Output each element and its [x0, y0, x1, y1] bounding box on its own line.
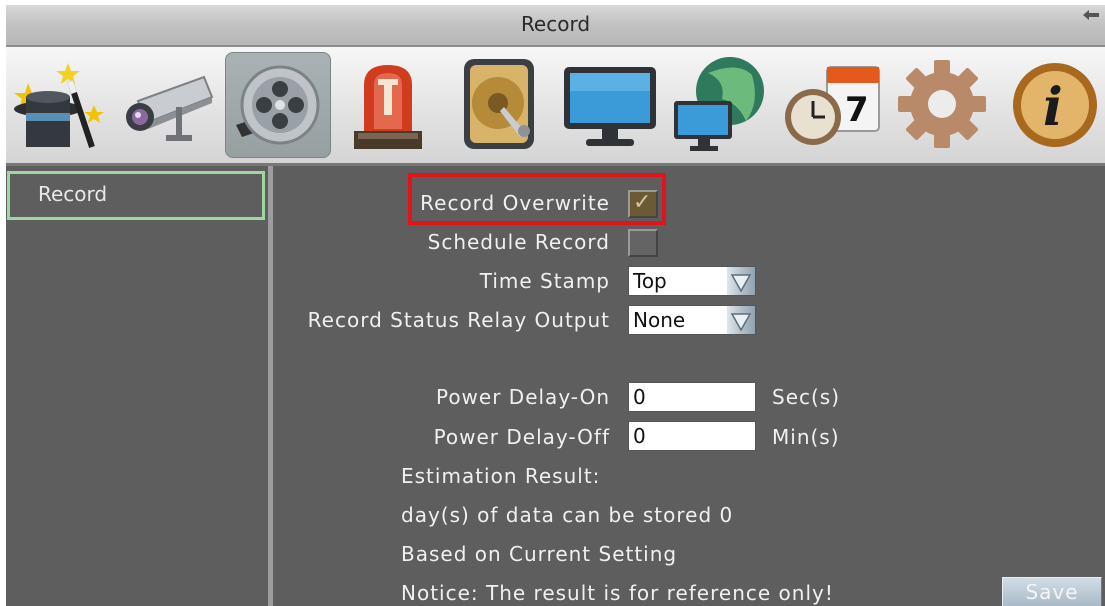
- save-button[interactable]: Save: [1002, 577, 1102, 606]
- sidebar: Record: [6, 166, 273, 606]
- info-glyph: i: [1043, 77, 1063, 138]
- alarm-icon[interactable]: [336, 51, 440, 157]
- power-delay-on-label: Power Delay-On: [435, 385, 610, 409]
- schedule-icon[interactable]: 7: [779, 51, 883, 157]
- relay-output-value: None: [633, 308, 686, 332]
- back-arrow-icon[interactable]: [1079, 7, 1103, 27]
- record-overwrite-label: Record Overwrite: [420, 191, 610, 215]
- display-icon[interactable]: [558, 51, 662, 157]
- time-stamp-dropdown[interactable]: Top: [628, 266, 756, 296]
- sidebar-item-label: Record: [38, 182, 108, 206]
- window-title: Record: [520, 12, 591, 36]
- record-status-relay-output-dropdown[interactable]: None: [628, 305, 756, 335]
- power-delay-off-unit: Min(s): [772, 425, 840, 449]
- record-settings-window: Record 7 i Record Record Overwrite ✓ Sch…: [6, 5, 1105, 606]
- time-stamp-value: Top: [633, 269, 667, 293]
- chevron-down-icon[interactable]: [727, 267, 755, 295]
- info-icon[interactable]: i: [999, 51, 1103, 157]
- power-delay-on-unit: Sec(s): [772, 385, 841, 409]
- estimation-days: day(s) of data can be stored 0: [401, 503, 734, 527]
- power-delay-on-value: 0: [633, 385, 646, 409]
- chevron-down-icon[interactable]: [727, 306, 755, 334]
- record-status-relay-output-label: Record Status Relay Output: [307, 308, 610, 332]
- estimation-notice: Notice: The result is for reference only…: [401, 581, 834, 605]
- estimation-basis: Based on Current Setting: [401, 542, 678, 566]
- estimation-heading: Estimation Result:: [401, 464, 601, 488]
- wizard-icon[interactable]: [8, 51, 112, 157]
- record-icon[interactable]: [225, 52, 331, 158]
- calendar-day-text: 7: [845, 90, 869, 130]
- settings-icon[interactable]: [890, 51, 994, 157]
- sidebar-item-record[interactable]: Record: [7, 171, 265, 220]
- time-stamp-label: Time Stamp: [479, 269, 610, 293]
- network-icon[interactable]: [668, 51, 772, 157]
- camera-icon[interactable]: [116, 51, 220, 157]
- power-delay-off-label: Power Delay-Off: [433, 425, 610, 449]
- storage-icon[interactable]: [446, 51, 550, 157]
- record-overwrite-checkbox[interactable]: ✓: [628, 190, 658, 218]
- power-delay-off-value: 0: [633, 424, 646, 448]
- checkmark-icon: ✓: [633, 190, 652, 215]
- power-delay-off-input[interactable]: 0: [628, 421, 756, 451]
- schedule-record-label: Schedule Record: [427, 230, 610, 254]
- schedule-record-checkbox[interactable]: [628, 229, 658, 257]
- title-bar: Record: [6, 5, 1105, 47]
- power-delay-on-input[interactable]: 0: [628, 382, 756, 412]
- menu-icon-bar: 7 i: [6, 47, 1105, 166]
